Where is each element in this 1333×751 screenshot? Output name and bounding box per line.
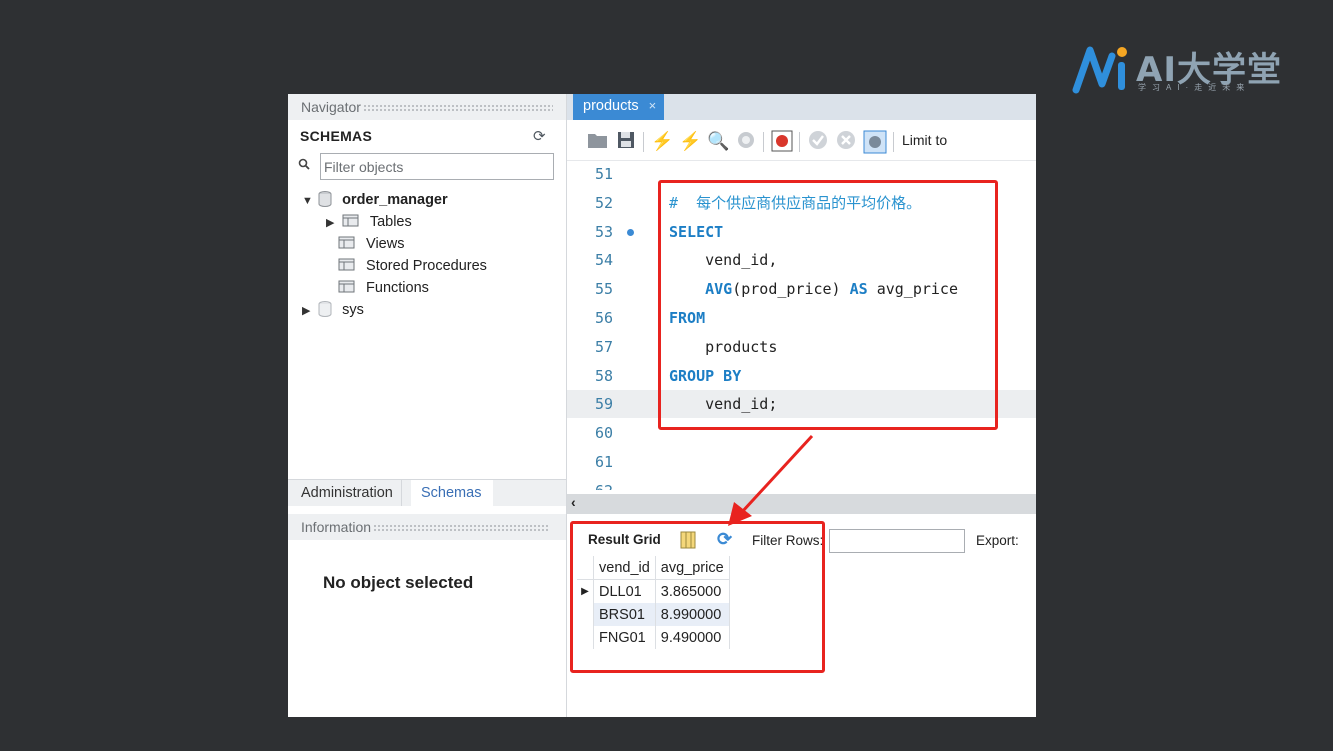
tree-item-views[interactable]: Views	[338, 234, 404, 254]
views-folder-icon	[338, 236, 355, 249]
tree-label-tables: Tables	[369, 214, 412, 230]
rollback-icon[interactable]	[835, 130, 857, 152]
navigator-header: Navigator	[288, 94, 566, 120]
toolbar-separator	[643, 132, 644, 152]
execute-current-icon[interactable]: ⚡	[679, 130, 701, 152]
filter-rows-input[interactable]	[829, 529, 965, 553]
header-dots	[373, 524, 549, 533]
tree-item-sys[interactable]: ▶ sys	[302, 300, 364, 320]
tab-administration[interactable]: Administration	[288, 480, 402, 506]
open-folder-icon[interactable]	[587, 130, 609, 152]
navigator-tabs: Administration Schemas	[288, 479, 566, 506]
scroll-left-icon[interactable]: ‹	[571, 494, 576, 510]
commit-icon[interactable]	[807, 130, 829, 152]
save-icon[interactable]	[615, 130, 637, 152]
export-button[interactable]: Export:	[976, 533, 1019, 548]
toolbar-separator	[799, 132, 800, 152]
information-header: Information	[288, 514, 566, 540]
toolbar-separator	[763, 132, 764, 152]
tree-item-tables[interactable]: ▶ Tables	[326, 212, 412, 232]
refresh-icon[interactable]: ⟳	[533, 127, 546, 145]
line-number: 52	[595, 193, 614, 212]
autocommit-icon[interactable]	[863, 130, 887, 154]
line-number: 51	[595, 165, 614, 183]
search-icon	[298, 158, 310, 173]
navigator-header-label: Navigator	[301, 99, 361, 115]
brand-mark-icon	[1072, 46, 1127, 94]
close-icon[interactable]: ×	[649, 98, 657, 113]
no-object-selected: No object selected	[323, 573, 474, 592]
line-number: 59	[595, 395, 614, 414]
database-icon	[318, 191, 332, 207]
line-number: 61	[595, 453, 614, 471]
tree-item-stored-procedures[interactable]: Stored Procedures	[338, 256, 487, 276]
result-highlight-box	[570, 521, 825, 673]
explain-icon[interactable]: 🔍	[707, 130, 729, 152]
line-number: 55	[595, 280, 614, 299]
stop-icon[interactable]	[735, 130, 757, 152]
line-number: 53	[595, 222, 614, 241]
expanded-triangle-icon[interactable]: ▼	[302, 191, 314, 211]
tree-label-order-manager: order_manager	[342, 192, 448, 208]
code-highlight-box	[658, 180, 998, 430]
collapsed-triangle-icon[interactable]: ▶	[302, 301, 314, 321]
functions-folder-icon	[338, 280, 355, 293]
line-number: 57	[595, 337, 614, 356]
current-statement-dot-icon	[627, 228, 634, 236]
brand-logo: AI大学堂 学习AI·走近未来	[1072, 40, 1302, 100]
line-number: 60	[595, 424, 614, 443]
tree-label-sys: sys	[342, 302, 364, 318]
tab-products-label: products	[583, 98, 639, 114]
execute-icon[interactable]: ⚡	[651, 130, 673, 152]
tables-folder-icon	[342, 214, 359, 227]
procedures-folder-icon	[338, 258, 355, 271]
line-number: 62	[595, 477, 627, 490]
tab-products[interactable]: products ×	[573, 94, 665, 120]
header-dots	[362, 104, 553, 113]
limit-rows-select[interactable]: Limit to	[902, 132, 947, 148]
tree-label-functions: Functions	[366, 280, 429, 296]
tab-schemas[interactable]: Schemas	[411, 480, 494, 506]
code-line[interactable]: 62	[567, 477, 1036, 490]
editor-toolbar: ⚡ ⚡ 🔍 Limit to	[567, 122, 1036, 161]
toolbar-separator	[893, 132, 894, 152]
database-icon	[318, 301, 332, 317]
information-header-label: Information	[301, 519, 372, 535]
schemas-title: SCHEMAS	[300, 128, 373, 144]
brand-tagline: 学习AI·走近未来	[1138, 83, 1251, 92]
line-number: 58	[595, 366, 614, 385]
navigator-panel: Navigator SCHEMAS ⟳ ▼ order_manager ▶ Ta…	[288, 94, 567, 717]
tree-label-stored-procedures: Stored Procedures	[366, 258, 487, 274]
collapsed-triangle-icon[interactable]: ▶	[326, 213, 338, 233]
horizontal-scrollbar[interactable]: ‹	[567, 494, 1036, 514]
editor-tabbar: products ×	[567, 94, 1036, 120]
tree-item-functions[interactable]: Functions	[338, 278, 429, 298]
filter-objects-input[interactable]	[320, 153, 554, 180]
toggle-error-icon[interactable]	[771, 130, 793, 152]
line-number: 56	[595, 309, 614, 327]
tree-label-views: Views	[366, 236, 405, 252]
line-number: 54	[595, 251, 614, 270]
code-line[interactable]: 61	[567, 448, 1036, 476]
tree-item-order-manager[interactable]: ▼ order_manager	[302, 190, 448, 210]
